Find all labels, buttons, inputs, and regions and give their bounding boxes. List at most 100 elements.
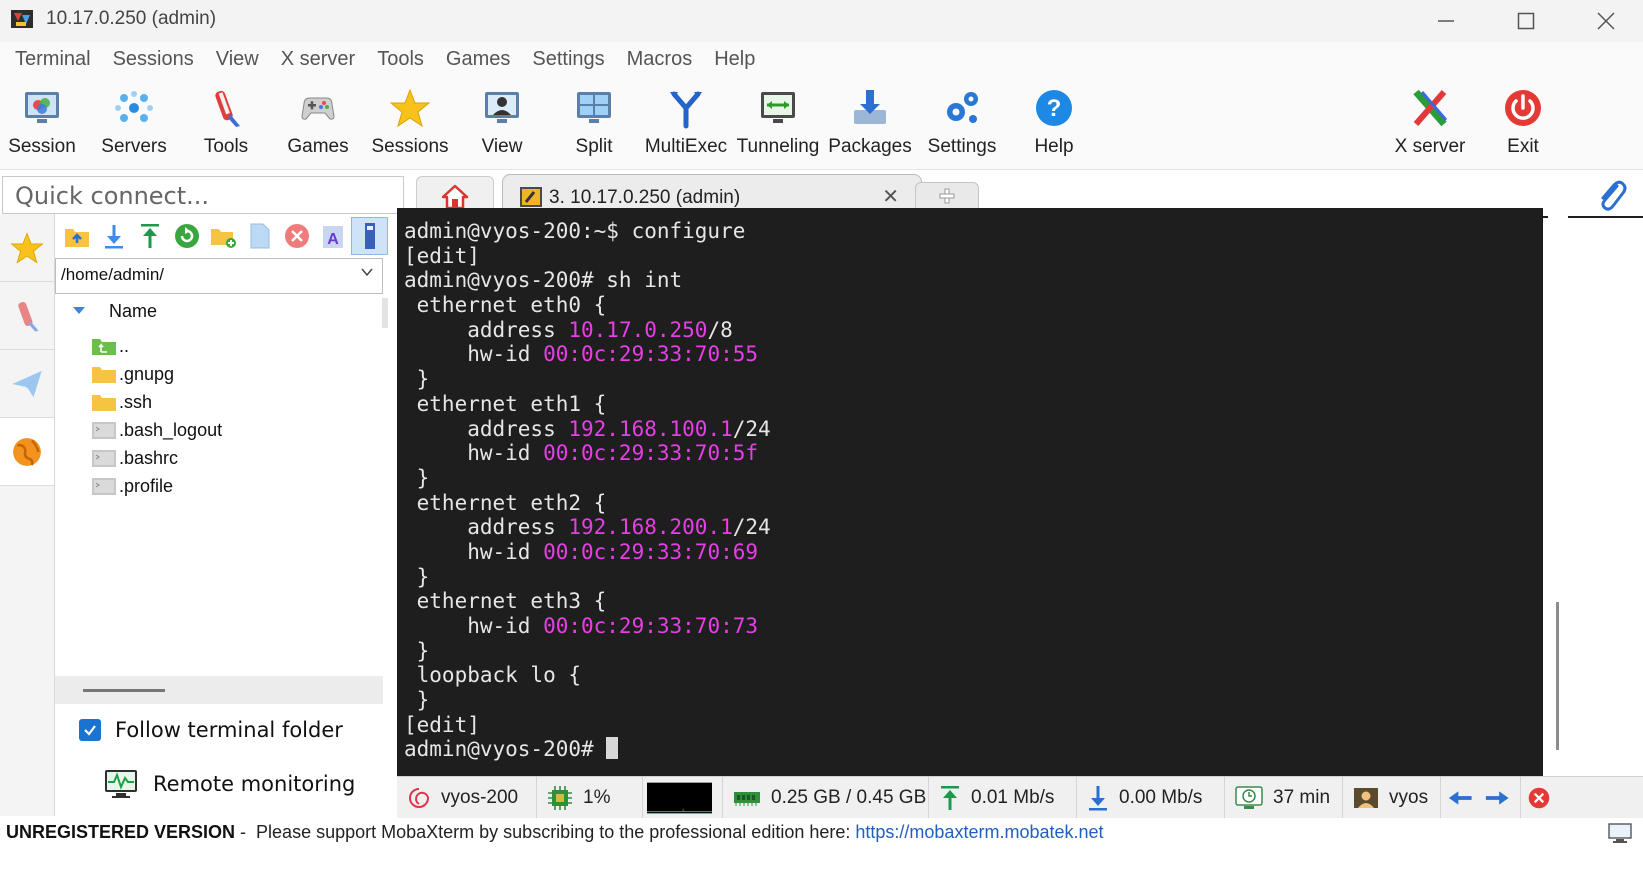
file-browser-panel: A /home/admin/ Name .. .gnupg .ssh .bash…	[55, 214, 388, 816]
panel-splitter[interactable]	[55, 676, 383, 704]
sidebar-tab-tools[interactable]	[0, 282, 54, 350]
support-message: - Please support MobaXterm by subscribin…	[235, 822, 856, 842]
delete-button[interactable]	[278, 217, 315, 255]
terminal-line: hw-id 00:0c:29:33:70:73	[404, 614, 1543, 639]
remote-monitoring-label: Remote monitoring	[153, 772, 356, 796]
new-tab-button[interactable]	[915, 182, 979, 210]
terminal-value: 00:0c:29:33:70:55	[543, 342, 759, 367]
follow-terminal-folder-option[interactable]: Follow terminal folder	[79, 718, 343, 742]
user-icon	[1354, 788, 1378, 808]
packages-button[interactable]: Packages	[823, 82, 917, 164]
settings-button[interactable]: Settings	[915, 82, 1009, 164]
new-folder-button[interactable]	[205, 217, 242, 255]
file-icon	[92, 478, 116, 495]
file-name: .ssh	[119, 391, 153, 412]
arrow-left-icon[interactable]	[1447, 788, 1474, 808]
memory-icon	[734, 792, 760, 806]
mobatek-link[interactable]: https://mobaxterm.mobatek.net	[855, 822, 1103, 842]
close-tab-icon[interactable]: ✕	[882, 184, 899, 209]
x-server-button[interactable]: X server	[1383, 82, 1477, 164]
servers-button[interactable]: Servers	[87, 82, 181, 164]
status-host: vyos-200	[397, 777, 537, 819]
terminal-line: ethernet eth2 {	[404, 491, 1543, 516]
tunneling-button[interactable]: Tunneling	[731, 82, 825, 164]
file-browser-toolbar: A	[55, 216, 388, 256]
list-item[interactable]: .ssh	[91, 388, 381, 416]
status-close-button[interactable]	[1521, 777, 1561, 819]
menu-view[interactable]: View	[205, 42, 270, 78]
terminal-text: }	[404, 688, 430, 713]
rename-button[interactable]: A	[315, 217, 352, 255]
multiexec-button[interactable]: MultiExec	[639, 82, 733, 164]
split-button[interactable]: Split	[547, 82, 641, 164]
sidebar-tab-sftp[interactable]	[0, 418, 54, 486]
remote-monitoring-button[interactable]: Remote monitoring	[103, 768, 355, 800]
terminal-line: admin@vyos-200# sh int	[404, 268, 1543, 293]
tools-icon	[18, 301, 39, 332]
status-cpu: 1%	[537, 777, 643, 819]
menu-help[interactable]: Help	[703, 42, 766, 78]
terminal-line: }	[404, 367, 1543, 392]
list-item[interactable]: .gnupg	[91, 360, 381, 388]
status-uptime: 37 min	[1225, 777, 1343, 819]
terminal-text: address	[404, 416, 569, 441]
menu-settings[interactable]: Settings	[521, 42, 615, 78]
menu-sessions[interactable]: Sessions	[102, 42, 205, 78]
view-button[interactable]: View	[455, 82, 549, 164]
cpu-value: 1%	[583, 787, 611, 808]
tools-button[interactable]: Tools	[179, 82, 273, 164]
list-item[interactable]: .profile	[91, 472, 381, 500]
menu-macros[interactable]: Macros	[616, 42, 704, 78]
minimize-button[interactable]	[1410, 2, 1482, 40]
menu-games[interactable]: Games	[435, 42, 521, 78]
close-window-button[interactable]	[1570, 2, 1642, 40]
list-item[interactable]: .bashrc	[91, 444, 381, 472]
help-button[interactable]: ? Help	[1007, 82, 1101, 164]
list-item[interactable]: .bash_logout	[91, 416, 381, 444]
parent-folder-button[interactable]	[59, 217, 96, 255]
terminal-text: ethernet eth3 {	[404, 589, 607, 614]
menu-terminal[interactable]: Terminal	[4, 42, 102, 78]
settings-gears-icon	[947, 92, 978, 123]
packages-label: Packages	[828, 136, 912, 157]
paperclip-icon[interactable]	[1595, 178, 1627, 212]
terminal-text: }	[404, 465, 430, 490]
menu-x-server[interactable]: X server	[270, 42, 366, 78]
multiexec-icon	[670, 91, 702, 129]
quick-connect-input[interactable]: Quick connect...	[2, 176, 404, 214]
arrow-right-icon[interactable]	[1484, 788, 1511, 808]
title-bar: 10.17.0.250 (admin)	[0, 0, 1643, 42]
panel-scrollbar[interactable]	[382, 298, 388, 328]
follow-terminal-checkbox[interactable]	[79, 719, 101, 741]
new-file-button[interactable]	[242, 217, 279, 255]
sidebar-tab-sessions[interactable]	[0, 214, 54, 282]
sessions-button[interactable]: Sessions	[363, 82, 457, 164]
terminal-text: }	[404, 367, 430, 392]
games-button[interactable]: Games	[271, 82, 365, 164]
tree-column-header[interactable]: Name	[55, 298, 383, 328]
exit-button[interactable]: Exit	[1476, 82, 1570, 164]
terminal-text: loopback lo {	[404, 663, 582, 688]
maximize-button[interactable]	[1490, 2, 1562, 40]
sidebar-tab-macros[interactable]	[0, 350, 54, 418]
path-dropdown[interactable]: /home/admin/	[55, 258, 383, 294]
scrollbar-thumb[interactable]	[1556, 602, 1559, 750]
menu-tools[interactable]: Tools	[366, 42, 435, 78]
terminal-line: }	[404, 565, 1543, 590]
terminal-text: ethernet eth0 {	[404, 293, 607, 318]
terminal-line: hw-id 00:0c:29:33:70:69	[404, 540, 1543, 565]
permissions-button[interactable]	[351, 217, 388, 255]
upload-button[interactable]	[132, 217, 169, 255]
swirl-icon	[409, 788, 430, 808]
session-button[interactable]: Session	[0, 82, 89, 164]
status-bar: vyos-200 1% 0.25 GB / 0.45 GB 0.01 Mb/s …	[397, 776, 1643, 819]
cpu-graph	[643, 777, 723, 819]
terminal-scrollbar[interactable]	[1548, 208, 1568, 776]
status-memory: 0.25 GB / 0.45 GB	[723, 777, 929, 819]
download-button[interactable]	[96, 217, 133, 255]
terminal-output[interactable]: admin@vyos-200:~$ configure [edit] admin@v…	[397, 208, 1543, 776]
host-label: vyos-200	[441, 787, 519, 808]
list-item[interactable]: ..	[91, 332, 381, 360]
sidebar-tabs	[0, 214, 55, 816]
refresh-button[interactable]	[169, 217, 206, 255]
